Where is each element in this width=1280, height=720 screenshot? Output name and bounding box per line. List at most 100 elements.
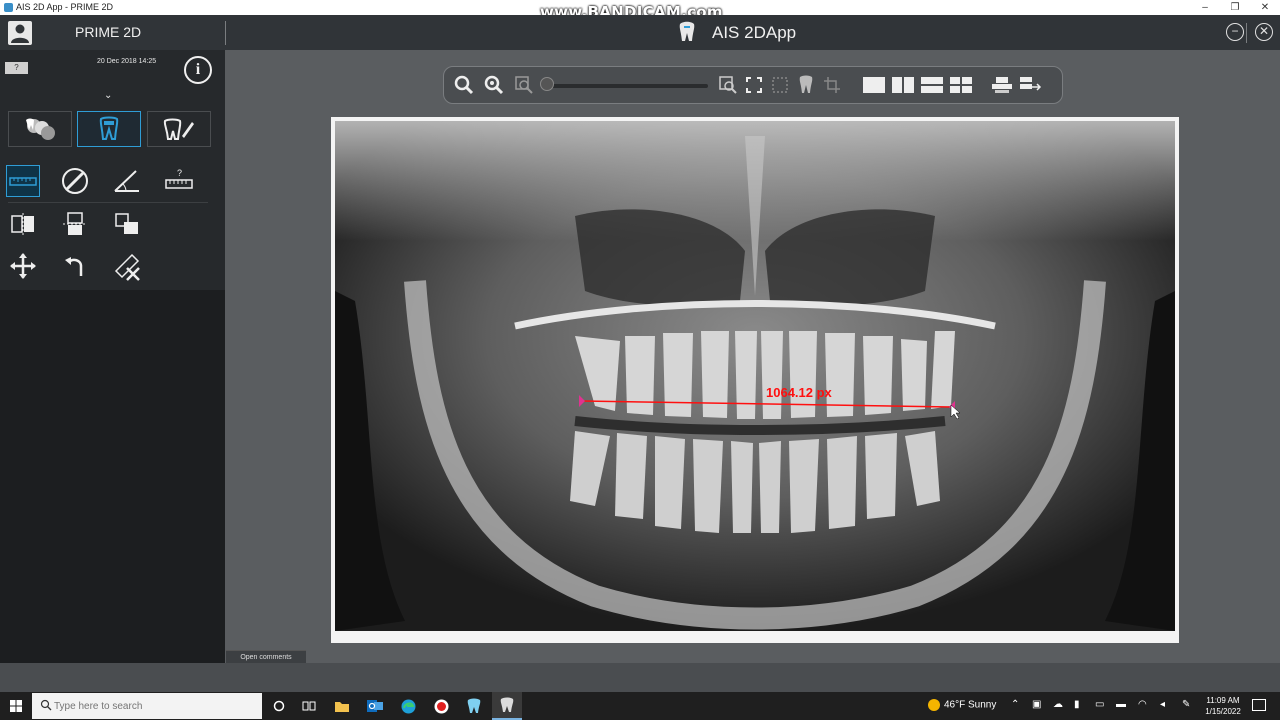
- window-maximize-button[interactable]: ❐: [1220, 0, 1250, 15]
- tool-move[interactable]: [6, 250, 40, 282]
- zoom-slider-knob[interactable]: [540, 77, 554, 91]
- tool-rotate[interactable]: [110, 208, 144, 240]
- tool-delete-measure[interactable]: [110, 250, 144, 282]
- mode-tab-tooth-edit[interactable]: [147, 111, 211, 147]
- move-icon: [10, 253, 36, 279]
- tools-divider: [8, 202, 208, 203]
- info-button[interactable]: i: [184, 56, 212, 84]
- window-minimize-button[interactable]: –: [1190, 0, 1220, 15]
- tool-undo[interactable]: [58, 250, 92, 282]
- app-close-button[interactable]: ✕: [1255, 23, 1273, 41]
- xray-frame: [331, 117, 1179, 643]
- teeth-group-icon: [26, 118, 55, 140]
- user-icon[interactable]: [8, 21, 32, 45]
- header-divider: [225, 21, 226, 45]
- cortana-button[interactable]: [264, 692, 294, 720]
- tool-protractor[interactable]: [58, 165, 92, 197]
- zoom-region-button[interactable]: [718, 75, 738, 95]
- zoom-reset-button[interactable]: [484, 75, 504, 95]
- start-button[interactable]: [0, 692, 32, 720]
- search-input[interactable]: [54, 698, 254, 714]
- volume-icon[interactable]: ◂: [1160, 699, 1165, 710]
- wifi-icon[interactable]: ◠: [1138, 699, 1147, 710]
- display-icon[interactable]: ▭: [1095, 699, 1104, 710]
- outlook-icon: [367, 700, 383, 712]
- taskbar-edge[interactable]: [393, 692, 423, 720]
- edge-icon: [401, 699, 415, 713]
- tray-chevron-up-icon[interactable]: ⌃: [1011, 699, 1019, 710]
- fullscreen-button[interactable]: [744, 75, 764, 95]
- sidebar: ? 20 Dec 2018 14:25 i ⌄ ?: [0, 50, 225, 663]
- mode-tab-teeth-group[interactable]: [8, 111, 72, 147]
- protractor-icon: [62, 168, 88, 194]
- cortana-circle-icon: [273, 700, 285, 712]
- zoom-fit-button[interactable]: [514, 75, 534, 95]
- taskbar-ais-app-1[interactable]: [459, 692, 489, 720]
- rotate-icon: [115, 213, 138, 234]
- crop-icon: [824, 77, 840, 93]
- search-icon: [40, 699, 52, 711]
- tray-app-icon[interactable]: ▣: [1032, 699, 1041, 710]
- app-small-icon: [4, 3, 13, 12]
- viewer-toolbar: [443, 66, 1063, 104]
- measurement-label[interactable]: 1064.12 px: [766, 385, 832, 400]
- status-strip: [0, 663, 1280, 692]
- brand-name: PRIME 2D: [75, 24, 142, 40]
- taskbar-search[interactable]: [32, 693, 262, 719]
- taskbar-ais-app-2[interactable]: [492, 692, 522, 720]
- tooth-app-icon: [467, 698, 481, 713]
- sidebar-top-panel: ? 20 Dec 2018 14:25 i ⌄ ?: [0, 50, 225, 290]
- dashed-select-icon: [772, 77, 788, 93]
- tooth-view-button[interactable]: [796, 75, 816, 95]
- export-icon[interactable]: [1018, 76, 1042, 94]
- onedrive-icon[interactable]: ☁: [1053, 699, 1063, 710]
- window-title: AIS 2D App - PRIME 2D: [16, 2, 114, 12]
- taskbar-file-explorer[interactable]: [327, 692, 357, 720]
- app-minimize-button[interactable]: −: [1226, 23, 1244, 41]
- tool-angle[interactable]: [110, 165, 144, 197]
- zoom-region-icon: [719, 76, 737, 94]
- windows-logo-icon: [10, 700, 22, 712]
- print-icon[interactable]: [990, 76, 1014, 94]
- task-view-icon: [302, 701, 316, 711]
- layout-single-icon[interactable]: [862, 76, 886, 94]
- layout-two-row-icon[interactable]: [920, 76, 944, 94]
- layout-grid-icon[interactable]: [949, 76, 973, 94]
- microphone-icon[interactable]: ▮: [1074, 699, 1080, 710]
- panoramic-xray-image[interactable]: [335, 121, 1175, 631]
- windows-taskbar: 46°F Sunny ⌃ ▣ ☁ ▮ ▭ ▬ ◠ ◂ ✎ 11:09 AM 1/…: [0, 692, 1280, 720]
- header-separator: [1246, 23, 1247, 43]
- clock-date: 1/15/2022: [1205, 707, 1241, 716]
- notification-icon[interactable]: [1252, 699, 1266, 711]
- image-viewer: 1064.12 px: [225, 50, 1280, 663]
- pen-icon[interactable]: ✎: [1182, 699, 1190, 710]
- taskbar-clock[interactable]: 11:09 AM 1/15/2022: [1198, 695, 1248, 717]
- layout-two-column-icon[interactable]: [891, 76, 915, 94]
- tool-ruler[interactable]: [6, 165, 40, 197]
- tool-flip-vertical[interactable]: [58, 208, 92, 240]
- weather-widget[interactable]: 46°F Sunny: [928, 699, 996, 711]
- chevron-down-icon[interactable]: ⌄: [104, 90, 112, 101]
- zoom-slider-track[interactable]: [542, 84, 708, 88]
- help-badge[interactable]: ?: [5, 62, 28, 74]
- tooth-icon: [99, 116, 119, 140]
- magnifier-icon: [454, 75, 474, 95]
- select-region-button[interactable]: [770, 75, 790, 95]
- angle-measure-icon: [114, 170, 139, 192]
- task-view-button[interactable]: [294, 692, 324, 720]
- tool-calibrate[interactable]: ?: [162, 165, 196, 197]
- zoom-in-button[interactable]: [454, 75, 474, 95]
- taskbar-recorder[interactable]: [426, 692, 456, 720]
- tool-flip-horizontal[interactable]: [6, 208, 40, 240]
- taskbar-outlook[interactable]: [360, 692, 390, 720]
- sun-icon: [928, 699, 940, 711]
- open-comments-button[interactable]: Open comments: [226, 650, 306, 663]
- window-close-button[interactable]: ✕: [1250, 0, 1280, 15]
- delete-measure-icon: [114, 253, 140, 281]
- record-icon: [434, 699, 448, 713]
- app-title: AIS 2DApp: [712, 23, 797, 42]
- crop-button[interactable]: [822, 75, 842, 95]
- calibrate-ruler-icon: ?: [165, 168, 193, 189]
- mode-tab-tooth[interactable]: [77, 111, 141, 147]
- battery-icon[interactable]: ▬: [1116, 699, 1126, 710]
